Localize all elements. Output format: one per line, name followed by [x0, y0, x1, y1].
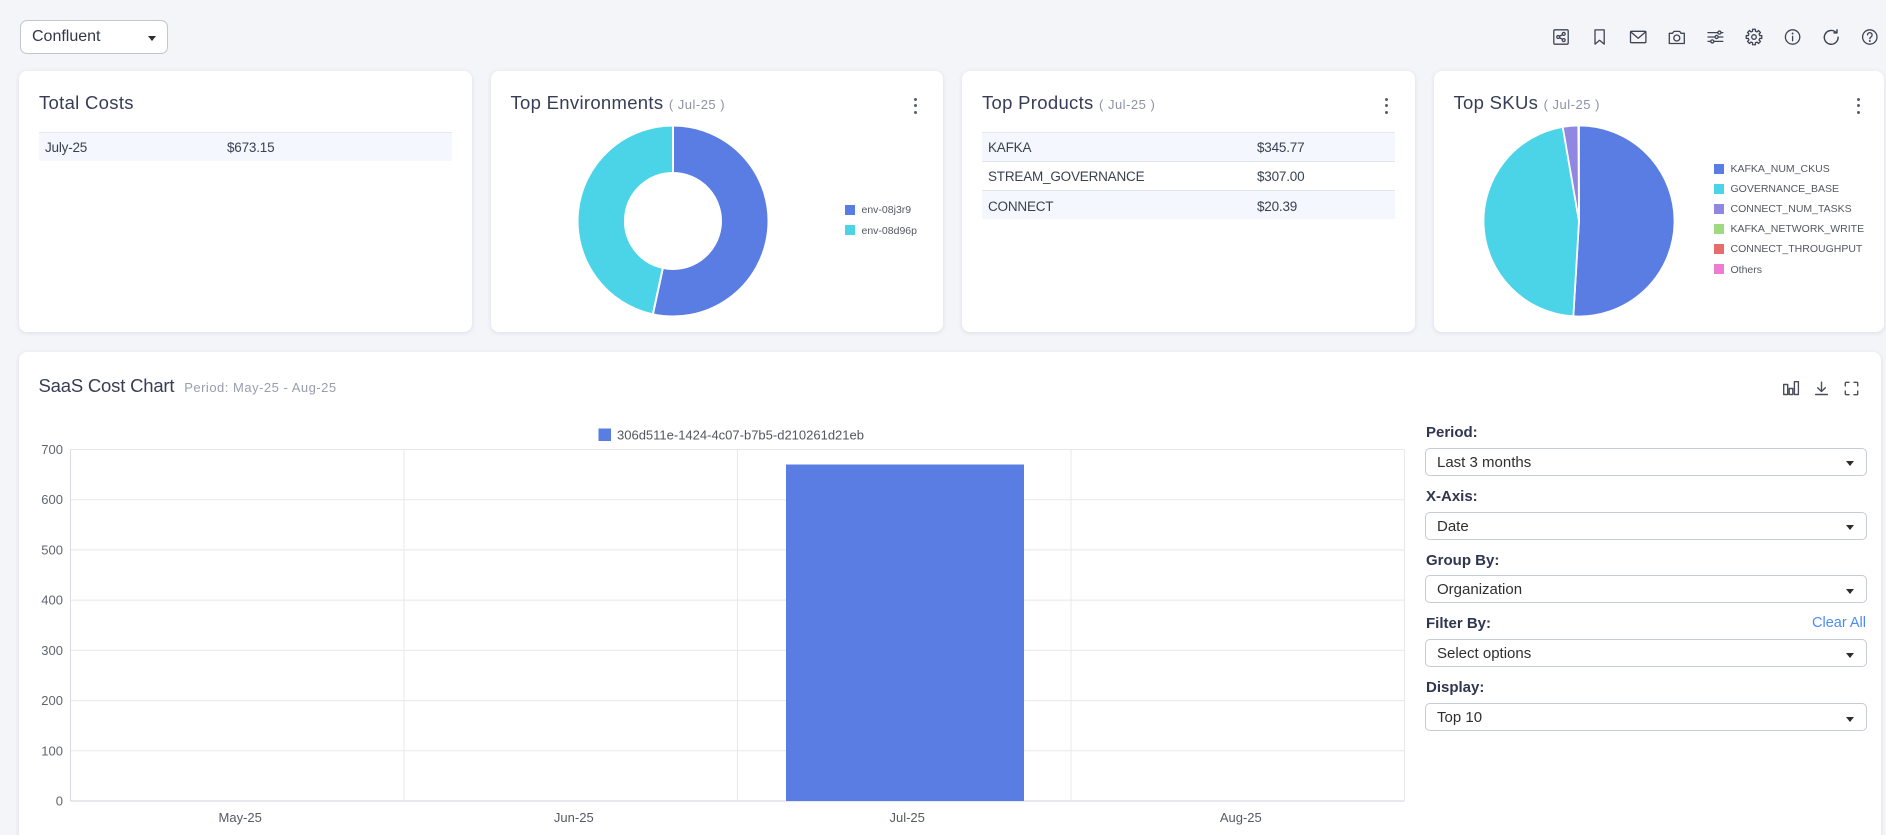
svg-text:600: 600 — [41, 492, 63, 507]
svg-text:500: 500 — [41, 542, 63, 557]
svg-text:May-25: May-25 — [219, 810, 262, 825]
svg-text:0: 0 — [56, 793, 63, 808]
svg-text:Aug-25: Aug-25 — [1220, 810, 1262, 825]
svg-text:200: 200 — [41, 693, 63, 708]
svg-text:100: 100 — [41, 743, 63, 758]
svg-text:306d511e-1424-4c07-b7b5-d21026: 306d511e-1424-4c07-b7b5-d210261d21eb — [617, 427, 864, 442]
svg-text:Jul-25: Jul-25 — [889, 810, 924, 825]
svg-text:700: 700 — [41, 442, 63, 457]
svg-text:300: 300 — [41, 642, 63, 657]
svg-text:400: 400 — [41, 592, 63, 607]
svg-text:Jun-25: Jun-25 — [554, 810, 594, 825]
